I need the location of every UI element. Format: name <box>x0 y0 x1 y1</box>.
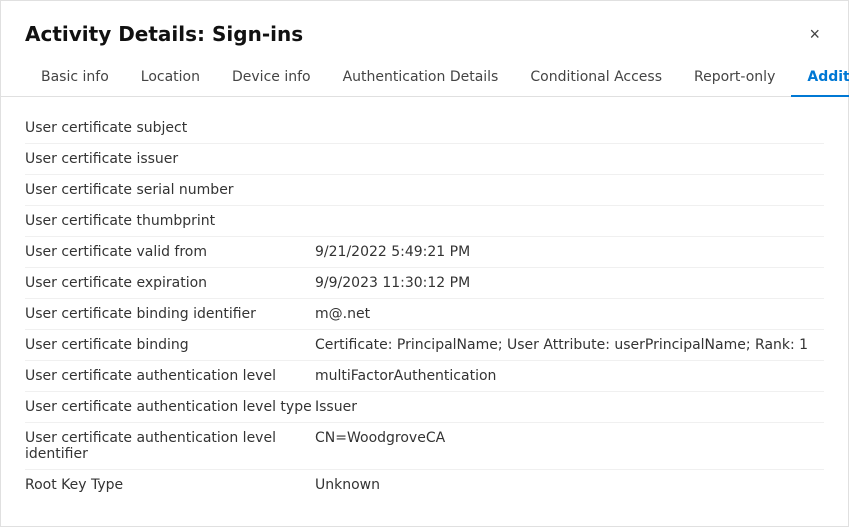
table-row: User certificate thumbprint <box>25 206 824 237</box>
row-label: User certificate authentication level ty… <box>25 399 315 415</box>
row-label: Root Key Type <box>25 477 315 493</box>
row-value: Issuer <box>315 399 824 415</box>
tab-basic-info[interactable]: Basic info <box>25 59 125 97</box>
tab-conditional-access[interactable]: Conditional Access <box>514 59 678 97</box>
dialog-header: Activity Details: Sign-ins × <box>1 1 848 59</box>
table-row: Root Key TypeUnknown <box>25 470 824 500</box>
tab-report-only[interactable]: Report-only <box>678 59 791 97</box>
table-row: User certificate expiration9/9/2023 11:3… <box>25 268 824 299</box>
table-row: User certificate issuer <box>25 144 824 175</box>
tab-authentication-details[interactable]: Authentication Details <box>327 59 515 97</box>
dialog: Activity Details: Sign-ins × Basic infoL… <box>0 0 849 527</box>
row-value: multiFactorAuthentication <box>315 368 824 384</box>
row-label: User certificate binding identifier <box>25 306 315 322</box>
table-row: User certificate valid from9/21/2022 5:4… <box>25 237 824 268</box>
row-label: User certificate binding <box>25 337 315 353</box>
table-row: User certificate authentication levelmul… <box>25 361 824 392</box>
dialog-title: Activity Details: Sign-ins <box>25 22 303 46</box>
table-row: User certificate bindingCertificate: Pri… <box>25 330 824 361</box>
tab-additional-details[interactable]: Additional Details <box>791 59 849 97</box>
content-area: User certificate subject User certificate… <box>1 97 848 526</box>
row-value: Certificate: PrincipalName; User Attribu… <box>315 337 824 353</box>
row-value: 9/9/2023 11:30:12 PM <box>315 275 824 291</box>
table-row: User certificate authentication level id… <box>25 423 824 470</box>
row-label: User certificate authentication level id… <box>25 430 315 462</box>
row-value: 9/21/2022 5:49:21 PM <box>315 244 824 260</box>
row-value: m@.net <box>315 306 824 322</box>
row-label: User certificate subject <box>25 120 315 136</box>
table-row: User certificate authentication level ty… <box>25 392 824 423</box>
tab-bar: Basic infoLocationDevice infoAuthenticat… <box>1 59 848 97</box>
table-row: User certificate serial number <box>25 175 824 206</box>
row-label: User certificate issuer <box>25 151 315 167</box>
tab-location[interactable]: Location <box>125 59 216 97</box>
row-value: CN=WoodgroveCA <box>315 430 824 446</box>
tab-device-info[interactable]: Device info <box>216 59 327 97</box>
row-label: User certificate serial number <box>25 182 315 198</box>
row-label: User certificate thumbprint <box>25 213 315 229</box>
row-label: User certificate expiration <box>25 275 315 291</box>
row-value: Unknown <box>315 477 824 493</box>
close-button[interactable]: × <box>805 21 824 47</box>
row-label: User certificate authentication level <box>25 368 315 384</box>
table-row: User certificate binding identifierm@.ne… <box>25 299 824 330</box>
row-label: User certificate valid from <box>25 244 315 260</box>
table-row: User certificate subject <box>25 113 824 144</box>
